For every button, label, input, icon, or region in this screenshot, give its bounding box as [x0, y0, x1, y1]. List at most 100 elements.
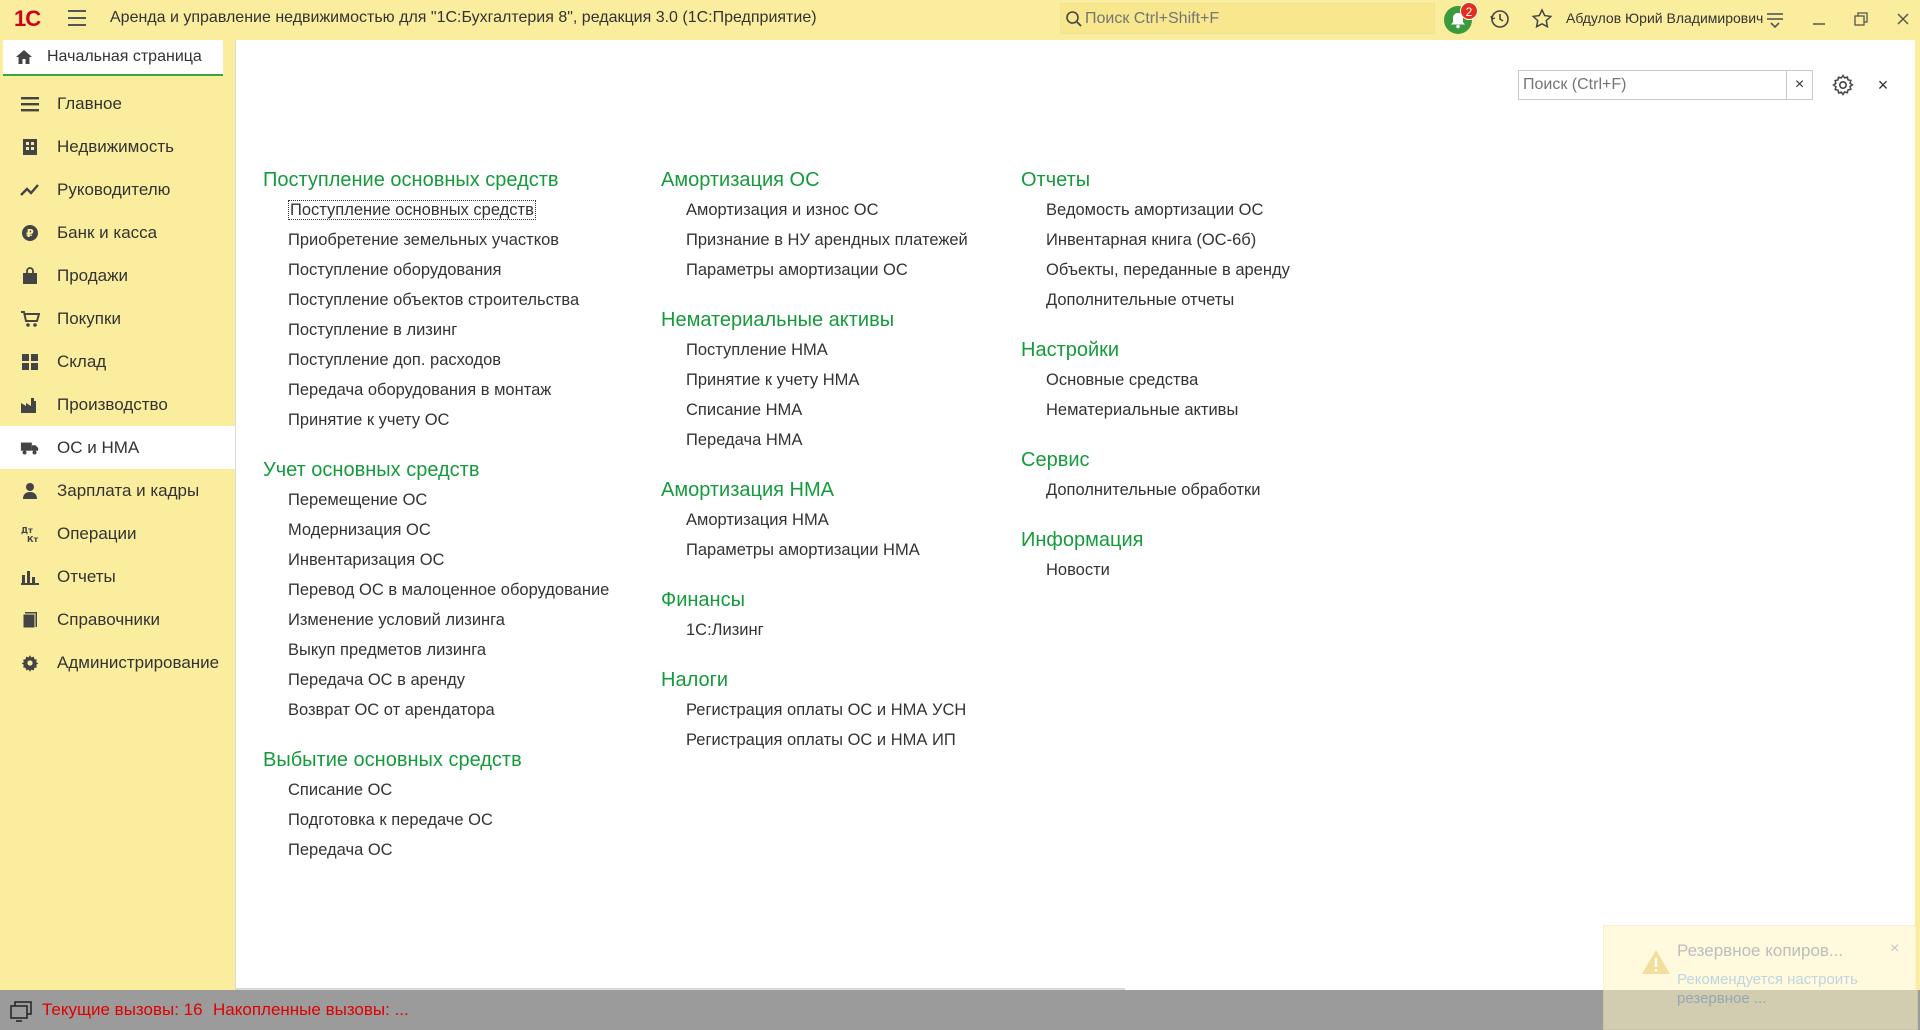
menu-link[interactable]: Подготовка к передаче ОС [288, 805, 609, 835]
favorites-star-icon[interactable] [1530, 7, 1554, 31]
menu-link[interactable]: Поступление основных средств [288, 195, 609, 225]
sidebar-item[interactable]: Справочники [0, 598, 235, 641]
menu-link[interactable]: Новости [1046, 555, 1290, 585]
menu-link[interactable]: Параметры амортизации ОС [686, 255, 968, 285]
current-calls-counter[interactable]: Текущие вызовы: 16 [42, 1000, 203, 1020]
sidebar-item[interactable]: Недвижимость [0, 125, 235, 168]
menu-link[interactable]: Поступление в лизинг [288, 315, 609, 345]
clear-search-button[interactable]: × [1786, 71, 1812, 99]
menu-link[interactable]: Поступление НМА [686, 335, 968, 365]
monitor-icon[interactable] [10, 1000, 34, 1022]
menu-link[interactable]: Выкуп предметов лизинга [288, 635, 609, 665]
hamburger-menu-icon[interactable] [68, 10, 86, 26]
menu-link[interactable]: Перемещение ОС [288, 485, 609, 515]
sidebar-item[interactable]: Покупки [0, 297, 235, 340]
menu-link[interactable]: Параметры амортизации НМА [686, 535, 968, 565]
menu-link-label: Приобретение земельных участков [288, 231, 560, 249]
menu-link[interactable]: Изменение условий лизинга [288, 605, 609, 635]
global-search-input[interactable] [1085, 8, 1425, 30]
menu-link[interactable]: Признание в НУ арендных платежей [686, 225, 968, 255]
home-page-tab[interactable]: Начальная страница [3, 40, 223, 76]
group-title: Амортизация ОС [661, 169, 820, 191]
menu-link[interactable]: Принятие к учету ОС [288, 405, 609, 435]
menu-link-label: Списание ОС [288, 781, 393, 799]
sidebar-item[interactable]: Производство [0, 383, 235, 426]
user-name[interactable]: Абдулов Юрий Владимирович [1566, 10, 1763, 26]
sidebar-item[interactable]: Склад [0, 340, 235, 383]
backup-notification-toast[interactable]: Резервное копиров... Рекомендуется настр… [1603, 925, 1918, 1030]
sidebar-item-label: Банк и касса [57, 222, 158, 242]
menu-link[interactable]: Списание ОС [288, 775, 609, 805]
menu-link[interactable]: Регистрация оплаты ОС и НМА УСН [686, 695, 968, 725]
settings-menu-icon[interactable] [1762, 6, 1788, 32]
menu-link-label: Признание в НУ арендных платежей [686, 231, 968, 249]
history-icon[interactable] [1488, 7, 1512, 31]
menu-link-label: Нематериальные активы [1046, 401, 1239, 419]
truck-icon [20, 438, 40, 458]
sidebar-item[interactable]: ОС и НМА [0, 426, 235, 469]
menu-link[interactable]: Принятие к учету НМА [686, 365, 968, 395]
menu-link[interactable]: Нематериальные активы [1046, 395, 1290, 425]
global-search-box[interactable] [1060, 3, 1435, 34]
trend-icon [20, 180, 40, 200]
menu-link[interactable]: Поступление доп. расходов [288, 345, 609, 375]
accumulated-calls-counter[interactable]: Накопленные вызовы: ... [213, 1000, 409, 1020]
menu-link[interactable]: Приобретение земельных участков [288, 225, 609, 255]
menu-column-3: Отчеты Ведомость амортизации ОС Инвентарна… [1021, 165, 1290, 605]
restore-icon[interactable] [1848, 6, 1874, 32]
menu-link[interactable]: Передача НМА [686, 425, 968, 455]
menu-link[interactable]: 1С:Лизинг [686, 615, 968, 645]
close-panel-button[interactable]: × [1873, 75, 1893, 95]
sidebar-item[interactable]: Продажи [0, 254, 235, 297]
sidebar-item[interactable]: Отчеты [0, 555, 235, 598]
sidebar-item[interactable]: Администрирование [0, 641, 235, 684]
menu-link[interactable]: Ведомость амортизации ОС [1046, 195, 1290, 225]
menu-link[interactable]: Передача оборудования в монтаж [288, 375, 609, 405]
group-title: Учет основных средств [263, 459, 480, 481]
menu-link[interactable]: Дополнительные обработки [1046, 475, 1290, 505]
menu-link[interactable]: Поступление объектов строительства [288, 285, 609, 315]
group-links: Списание ОС Подготовка к передаче ОС Перед… [263, 775, 609, 865]
panel-search-box[interactable]: × [1518, 70, 1813, 100]
svg-text:₽: ₽ [26, 227, 34, 240]
menu-link-label: Подготовка к передаче ОС [288, 811, 493, 829]
menu-link-label: Основные средства [1046, 371, 1199, 389]
menu-link[interactable]: Поступление оборудования [288, 255, 609, 285]
menu-link[interactable]: Перевод ОС в малоценное оборудование [288, 575, 609, 605]
sidebar-item[interactable]: ₽ Банк и касса [0, 211, 235, 254]
group-title: Поступление основных средств [263, 169, 559, 191]
menu-link-label: Поступление объектов строительства [288, 291, 580, 309]
menu-link[interactable]: Основные средства [1046, 365, 1290, 395]
group-title: Амортизация НМА [661, 479, 834, 501]
toast-message[interactable]: Рекомендуется настроить резервное ... [1677, 970, 1902, 1008]
menu-link[interactable]: Возврат ОС от арендатора [288, 695, 609, 725]
menu-link-label: Регистрация оплаты ОС и НМА ИП [686, 731, 956, 749]
group-title: Финансы [661, 589, 745, 611]
sidebar-item[interactable]: Руководителю [0, 168, 235, 211]
menu-link[interactable]: Передача ОС в аренду [288, 665, 609, 695]
panel-settings-gear-icon[interactable] [1831, 73, 1855, 97]
sidebar-item[interactable]: Зарплата и кадры [0, 469, 235, 512]
menu-link[interactable]: Передача ОС [288, 835, 609, 865]
section-panel: × × Поступление основных средств Поступле… [235, 40, 1915, 990]
menu-link[interactable]: Инвентарная книга (ОС-6б) [1046, 225, 1290, 255]
menu-link-label: Выкуп предметов лизинга [288, 641, 487, 659]
menu-link[interactable]: Регистрация оплаты ОС и НМА ИП [686, 725, 968, 755]
menu-link[interactable]: Объекты, переданные в аренду [1046, 255, 1290, 285]
close-window-icon[interactable] [1890, 6, 1916, 32]
building-icon [20, 137, 40, 157]
menu-link[interactable]: Инвентаризация ОС [288, 545, 609, 575]
minimize-icon[interactable] [1806, 6, 1832, 32]
sidebar-item[interactable]: Дт Кт Операции [0, 512, 235, 555]
toast-close-button[interactable]: × [1890, 940, 1899, 958]
menu-link[interactable]: Дополнительные отчеты [1046, 285, 1290, 315]
menu-link[interactable]: Амортизация НМА [686, 505, 968, 535]
group-title: Выбытие основных средств [263, 749, 522, 771]
menu-link[interactable]: Модернизация ОС [288, 515, 609, 545]
menu-link[interactable]: Амортизация и износ ОС [686, 195, 968, 225]
group-links: Амортизация и износ ОС Признание в НУ аре… [661, 195, 968, 285]
panel-search-input[interactable] [1523, 75, 1781, 95]
notifications-button[interactable]: 2 [1444, 2, 1478, 34]
sidebar-item[interactable]: Главное [0, 82, 235, 125]
menu-link[interactable]: Списание НМА [686, 395, 968, 425]
